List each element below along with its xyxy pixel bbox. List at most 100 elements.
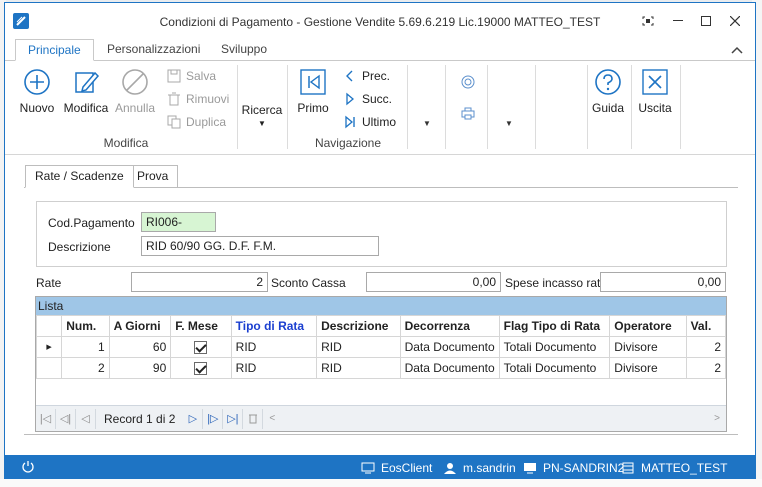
cell-decorrenza[interactable]: Data Documento	[399, 357, 500, 379]
sconto-cassa-label: Sconto Cassa	[271, 276, 346, 290]
col-tipo-di-rata[interactable]: Tipo di Rata	[230, 315, 318, 337]
ribbon-collapse-icon[interactable]	[731, 43, 743, 57]
cell-num[interactable]: 2	[61, 357, 110, 379]
settings-small-button[interactable]	[461, 75, 475, 89]
spese-incasso-field[interactable]: 0,00	[600, 272, 726, 292]
col-a-giorni[interactable]: A Giorni	[108, 315, 172, 337]
minimize-icon[interactable]	[667, 11, 689, 31]
salva-button[interactable]: Salva	[167, 69, 216, 83]
uscita-button[interactable]: Uscita	[635, 67, 675, 115]
succ-button[interactable]: Succ.	[343, 92, 392, 106]
fmese-checkbox[interactable]	[194, 341, 208, 355]
maximize-icon[interactable]	[695, 11, 717, 31]
cell-operatore[interactable]: Divisore	[609, 336, 687, 358]
annulla-button[interactable]: Annulla	[115, 67, 155, 115]
tab-prova[interactable]: Prova	[127, 165, 179, 188]
modifica-label: Modifica	[63, 101, 109, 115]
cell-num[interactable]: 1	[61, 336, 110, 358]
ribbon-separator	[487, 65, 488, 149]
cell-giorni[interactable]: 60	[108, 336, 172, 358]
exit-icon	[642, 69, 668, 95]
primo-label: Primo	[297, 101, 329, 115]
tab-sviluppo[interactable]: Sviluppo	[209, 39, 279, 61]
cell-fmese[interactable]	[170, 336, 232, 358]
nuovo-button[interactable]: Nuovo	[17, 67, 57, 115]
status-bar: EosClient m.sandrin PN-SANDRIN2 MATTEO_T…	[5, 455, 755, 481]
nav-last-icon[interactable]: ▷|	[223, 408, 244, 429]
nav-prev-page-icon[interactable]: ◁|	[56, 408, 76, 429]
cod-pagamento-label: Cod.Pagamento	[48, 216, 135, 230]
ribbon-separator	[407, 65, 408, 149]
print-button[interactable]	[461, 106, 475, 120]
close-icon[interactable]	[721, 11, 749, 31]
guida-label: Guida	[591, 101, 625, 115]
cell-fmese[interactable]	[170, 357, 232, 379]
window-frame-icon[interactable]	[637, 11, 659, 31]
dropdown-arrow-icon[interactable]: ▼	[505, 119, 513, 128]
sconto-cassa-field[interactable]: 0,00	[366, 272, 501, 292]
modifica-button[interactable]: Modifica	[63, 67, 109, 115]
rate-label: Rate	[36, 276, 62, 290]
cell-val[interactable]: 2	[685, 357, 727, 379]
cod-pagamento-field[interactable]: RI006-	[141, 212, 216, 232]
cell-flag[interactable]: Totali Documento	[498, 336, 611, 358]
descrizione-field[interactable]: RID 60/90 GG. D.F. F.M.	[141, 236, 379, 256]
cancel-icon	[122, 69, 148, 95]
tab-principale[interactable]: Principale	[15, 39, 94, 61]
duplica-button[interactable]: Duplica	[167, 115, 226, 129]
table-row[interactable]: 2 90 RID RID Data Documento Totali Docum…	[35, 357, 727, 379]
col-flag-tipo-di-rata[interactable]: Flag Tipo di Rata	[498, 315, 611, 337]
cell-tipo[interactable]: RID	[230, 357, 318, 379]
group-label-navigazione: Navigazione	[314, 136, 382, 150]
ultimo-button[interactable]: Ultimo	[343, 115, 396, 129]
nav-first-icon[interactable]: |◁	[36, 408, 56, 429]
nav-next-page-icon[interactable]: |▷	[203, 408, 224, 429]
rate-field[interactable]: 2	[131, 272, 268, 292]
status-machine: PN-SANDRIN2	[523, 461, 624, 475]
nav-delete-icon[interactable]	[243, 408, 264, 429]
col-operatore[interactable]: Operatore	[609, 315, 687, 337]
cell-decorrenza[interactable]: Data Documento	[399, 336, 500, 358]
tab-rate-scadenze[interactable]: Rate / Scadenze	[25, 165, 134, 188]
col-f-mese[interactable]: F. Mese	[170, 315, 232, 337]
record-navigator: |◁ ◁| ◁ Record 1 di 2 ▷ |▷ ▷| < >	[36, 405, 726, 431]
rimuovi-button[interactable]: Rimuovi	[167, 92, 229, 106]
ribbon-separator	[287, 65, 288, 149]
main-window: Condizioni di Pagamento - Gestione Vendi…	[4, 2, 756, 482]
spese-incasso-label: Spese incasso rata	[505, 276, 608, 290]
prec-button[interactable]: Prec.	[343, 69, 390, 83]
cell-descrizione[interactable]: RID	[316, 336, 401, 358]
cell-val[interactable]: 2	[685, 336, 727, 358]
guida-button[interactable]: Guida	[589, 67, 627, 115]
cell-tipo[interactable]: RID	[230, 336, 318, 358]
ricerca-button[interactable]: Ricerca ▼	[241, 103, 283, 128]
fmese-checkbox[interactable]	[194, 362, 208, 376]
col-decorrenza[interactable]: Decorrenza	[399, 315, 500, 337]
primo-button[interactable]: Primo	[295, 67, 331, 115]
ricerca-label: Ricerca	[241, 103, 283, 117]
ribbon-tab-bar: Principale Personalizzazioni Sviluppo	[5, 39, 755, 61]
nav-next-icon[interactable]: ▷	[183, 408, 204, 429]
nav-prev-icon[interactable]: ◁	[76, 408, 96, 429]
cell-giorni[interactable]: 90	[108, 357, 172, 379]
cell-operatore[interactable]: Divisore	[609, 357, 687, 379]
tab-personalizzazioni[interactable]: Personalizzazioni	[95, 39, 212, 61]
horizontal-scroll-left-icon[interactable]: <	[263, 413, 275, 424]
computer-icon	[524, 463, 536, 474]
printer-icon	[461, 107, 475, 120]
col-descrizione[interactable]: Descrizione	[316, 315, 401, 337]
table-row[interactable]: ▶ 1 60 RID RID Data Documento Totali Doc…	[35, 336, 727, 358]
power-icon[interactable]	[21, 460, 35, 474]
col-val[interactable]: Val.	[685, 315, 727, 337]
cell-descrizione[interactable]: RID	[316, 357, 401, 379]
dropdown-arrow-icon[interactable]: ▼	[423, 119, 431, 128]
status-user-label: m.sandrin	[463, 461, 516, 475]
target-icon	[461, 75, 475, 89]
group-label-modifica: Modifica	[103, 136, 149, 150]
ultimo-label: Ultimo	[362, 115, 397, 129]
last-record-icon	[345, 115, 355, 129]
col-num[interactable]: Num.	[61, 315, 110, 337]
status-client: EosClient	[361, 461, 432, 475]
cell-flag[interactable]: Totali Documento	[498, 357, 611, 379]
horizontal-scroll-right-icon[interactable]: >	[714, 413, 726, 424]
